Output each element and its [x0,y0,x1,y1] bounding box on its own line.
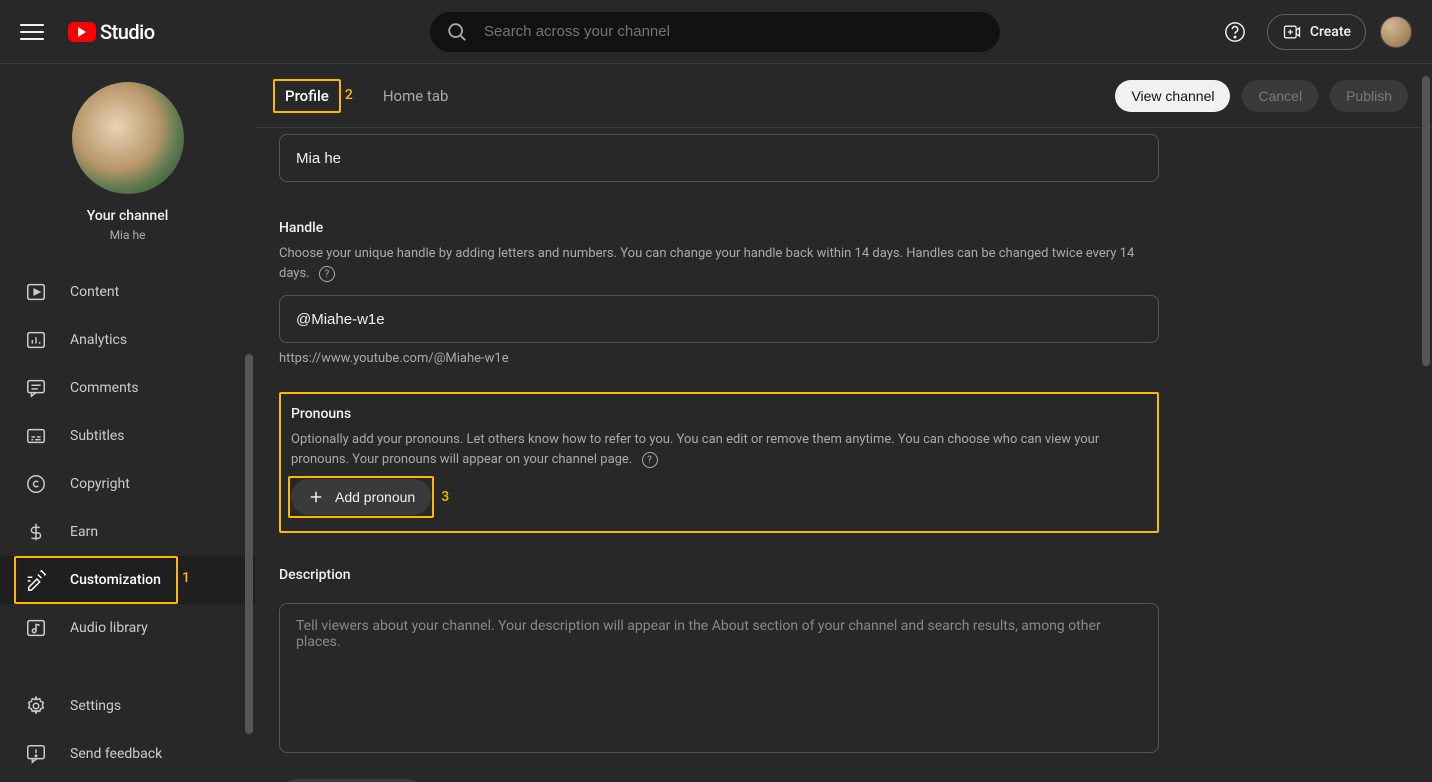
tab-home[interactable]: Home tab [377,85,455,107]
logo-text: Studio [100,20,155,44]
search-input[interactable] [484,23,984,40]
customization-icon [24,568,48,592]
audio-library-icon [24,616,48,640]
sidebar-item-label: Copyright [70,476,130,492]
name-field[interactable] [279,134,1159,182]
pronouns-label: Pronouns [291,406,1147,422]
analytics-icon [24,328,48,352]
publish-button: Publish [1330,80,1408,112]
handle-label: Handle [279,220,1159,236]
create-icon [1282,22,1302,42]
sidebar-item-feedback[interactable]: Send feedback [0,730,255,778]
handle-description: Choose your unique handle by adding lett… [279,244,1159,283]
subtitles-icon [24,424,48,448]
sidebar-item-label: Subtitles [70,428,125,444]
sidebar-item-label: Comments [70,380,139,396]
avatar[interactable] [1380,16,1412,48]
sidebar-item-settings[interactable]: Settings [0,682,255,730]
channel-avatar[interactable] [72,82,184,194]
studio-logo[interactable]: Studio [68,20,155,44]
add-pronoun-button[interactable]: Add pronoun [291,479,431,515]
callout-3: 3 [441,489,449,505]
description-label: Description [279,567,1159,583]
sidebar-item-label: Customization [70,572,161,588]
youtube-icon [68,22,96,42]
channel-label: Your channel [87,208,169,224]
sidebar-item-label: Send feedback [70,746,162,762]
sidebar-item-label: Audio library [70,620,148,636]
help-icon[interactable]: ? [319,266,335,282]
sidebar-item-label: Analytics [70,332,127,348]
content-scrollbar[interactable] [1422,76,1430,366]
view-channel-button[interactable]: View channel [1115,80,1230,112]
create-label: Create [1310,24,1351,40]
sidebar-item-earn[interactable]: Earn [0,508,255,556]
description-field[interactable] [279,603,1159,753]
sidebar-item-label: Settings [70,698,121,714]
handle-field[interactable] [279,295,1159,343]
copyright-icon [24,472,48,496]
create-button[interactable]: Create [1267,14,1366,50]
sidebar-item-copyright[interactable]: Copyright [0,460,255,508]
menu-icon[interactable] [20,20,44,44]
feedback-icon [24,742,48,766]
content-icon [24,280,48,304]
callout-1: 1 [182,570,190,586]
earn-icon [24,520,48,544]
sidebar-item-audio-library[interactable]: Audio library [0,604,255,652]
sidebar-item-content[interactable]: Content [0,268,255,316]
sidebar-item-analytics[interactable]: Analytics [0,316,255,364]
channel-name: Mia he [110,228,146,242]
help-icon[interactable]: ? [642,452,658,468]
sidebar-scrollbar[interactable] [245,354,253,734]
comments-icon [24,376,48,400]
plus-icon [307,488,325,506]
sidebar-item-comments[interactable]: Comments [0,364,255,412]
help-icon[interactable] [1217,14,1253,50]
pronouns-description: Optionally add your pronouns. Let others… [291,430,1147,469]
handle-url: https://www.youtube.com/@Miahe-w1e [279,351,1159,366]
sidebar-item-label: Content [70,284,119,300]
tab-profile[interactable]: Profile [279,85,335,107]
cancel-button: Cancel [1242,80,1318,112]
gear-icon [24,694,48,718]
sidebar-item-customization[interactable]: Customization [0,556,255,604]
callout-2: 2 [345,87,353,103]
search-icon [446,21,468,43]
sidebar-item-label: Earn [70,524,98,540]
sidebar-item-subtitles[interactable]: Subtitles [0,412,255,460]
search-bar[interactable] [430,12,1000,52]
